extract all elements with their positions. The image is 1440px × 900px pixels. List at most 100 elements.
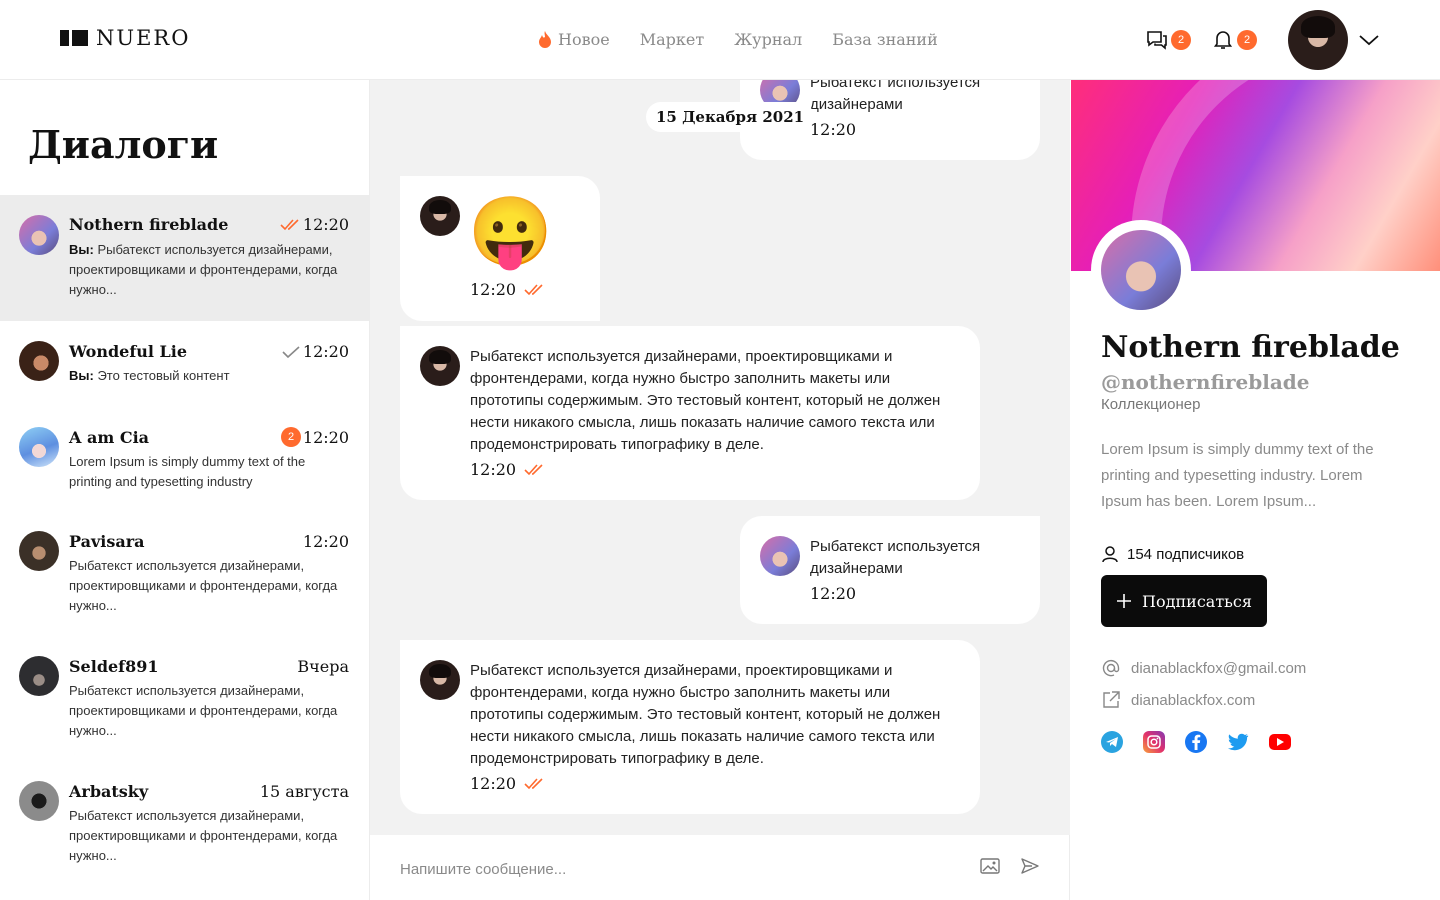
top-header: NUERO Новое Маркет Журнал База знаний 2 … — [0, 0, 1440, 80]
subscribe-button[interactable]: Подписаться — [1101, 575, 1267, 627]
dialog-preview: Рыбатекст используется дизайнерами, прое… — [69, 683, 338, 738]
time-label: 12:20 — [810, 120, 857, 139]
message-time: 12:20 — [470, 774, 546, 793]
nav-item-market[interactable]: Маркет — [640, 30, 704, 49]
profile-role: Коллекционер — [1101, 396, 1201, 413]
dialog-name: Seldef891 — [69, 657, 159, 676]
emoji-message: 😛 — [468, 194, 553, 270]
dialog-name: Arbatsky — [69, 782, 149, 801]
message-bubble-outgoing: Рыбатекст используется дизайнерами, прое… — [400, 640, 980, 814]
contact-email[interactable]: dianablackfox@gmail.com — [1101, 658, 1306, 678]
social-links — [1101, 731, 1291, 753]
dialog-time: Вчера — [297, 657, 349, 676]
avatar — [19, 656, 59, 696]
telegram-icon[interactable] — [1101, 731, 1123, 753]
at-icon — [1102, 659, 1120, 677]
profile-panel: Nothern fireblade @nothernfireblade Колл… — [1071, 80, 1440, 900]
message-time: 12:20 — [810, 120, 856, 139]
nav-label: Маркет — [639, 30, 705, 49]
external-link-icon — [1103, 691, 1120, 708]
time-label: 12:20 — [810, 584, 857, 603]
dialog-time: 12:20 — [302, 532, 349, 551]
message-text: Рыбатекст используется дизайнерами, прое… — [470, 662, 941, 767]
nav-label: Новое — [558, 30, 610, 49]
avatar — [19, 215, 59, 255]
dialog-time: 12:20 — [302, 428, 349, 447]
logo-mark-icon — [60, 30, 88, 46]
dialog-name: A am Cia — [69, 428, 150, 447]
avatar — [420, 346, 460, 386]
avatar — [19, 781, 59, 821]
dialog-preview: Рыбатекст используется дизайнерами, прое… — [69, 558, 338, 613]
dialogs-sidebar: Диалоги Nothern fireblade 12:20 Вы: Рыба… — [0, 80, 370, 900]
nav-label: Журнал — [734, 30, 803, 49]
subscribe-label: Подписаться — [1142, 591, 1252, 611]
fire-icon — [539, 30, 551, 48]
send-icon[interactable] — [1020, 857, 1040, 875]
time-label: 12:20 — [470, 460, 517, 479]
preview-text: Это тестовый контент — [93, 368, 230, 383]
bell-icon[interactable] — [1212, 30, 1234, 50]
message-time: 12:20 — [470, 460, 546, 479]
nav-item-new[interactable]: Новое — [538, 30, 610, 49]
check-icon — [282, 346, 300, 358]
dialog-preview: Вы: Это тестовый контент — [69, 366, 351, 386]
message-input[interactable] — [400, 857, 960, 881]
twitter-icon[interactable] — [1227, 731, 1249, 753]
profile-bio: Lorem Ipsum is simply dummy text of the … — [1101, 441, 1374, 510]
message-time: 12:20 — [470, 280, 546, 299]
message-text: Рыбатекст используется дизайнерами — [810, 538, 981, 577]
instagram-icon[interactable] — [1143, 731, 1165, 753]
logo[interactable]: NUERO — [60, 26, 190, 50]
date-separator: 15 Декабря 2021 — [646, 102, 815, 132]
page-title: Диалоги — [28, 122, 219, 167]
user-icon — [1102, 546, 1118, 563]
profile-handle: @nothernfireblade — [1101, 370, 1310, 394]
double-check-icon — [524, 777, 543, 789]
dialog-item[interactable]: Seldef891 Вчера Рыбатекст используется д… — [0, 638, 370, 763]
plus-icon — [1117, 594, 1132, 608]
message-text: Рыбатекст используется дизайнерами, прое… — [470, 348, 941, 453]
you-prefix: Вы: — [69, 242, 94, 257]
dialog-name: Pavisara — [69, 532, 145, 551]
chat-area[interactable]: Рыбатекст используется дизайнерами 12:20… — [370, 80, 1070, 835]
facebook-icon[interactable] — [1185, 731, 1207, 753]
user-avatar[interactable] — [1288, 10, 1348, 70]
unread-badge: 2 — [281, 427, 301, 447]
message-time: 12:20 — [810, 584, 856, 603]
dialog-item[interactable]: Nothern fireblade 12:20 Вы: Рыбатекст ис… — [0, 195, 370, 321]
contact-website[interactable]: dianablackfox.com — [1101, 690, 1255, 710]
dialog-name: Wondeful Lie — [69, 342, 188, 361]
dialog-item[interactable]: A am Cia 2 12:20 Lorem Ipsum is simply d… — [0, 413, 370, 513]
youtube-icon[interactable] — [1269, 734, 1291, 750]
dialog-item[interactable]: Pavisara 12:20 Рыбатекст используется ди… — [0, 513, 370, 638]
notifications-badge: 2 — [1237, 30, 1257, 50]
avatar — [19, 531, 59, 571]
message-bubble-outgoing: Рыбатекст используется дизайнерами, прое… — [400, 326, 980, 500]
subscribers-label: 154 подписчиков — [1127, 545, 1245, 563]
avatar — [19, 427, 59, 467]
message-composer — [370, 835, 1070, 900]
dialog-preview: Вы: Рыбатекст используется дизайнерами, … — [69, 240, 351, 300]
email-text: dianablackfox@gmail.com — [1131, 659, 1307, 677]
messages-badge: 2 — [1171, 30, 1191, 50]
logo-text: NUERO — [96, 26, 191, 50]
message-text: Рыбатекст используется дизайнерами — [810, 80, 981, 113]
you-prefix: Вы: — [69, 368, 94, 383]
dialog-item[interactable]: Arbatsky 15 августа Рыбатекст использует… — [0, 763, 370, 888]
time-label: 12:20 — [470, 774, 517, 793]
messages-icon[interactable] — [1146, 30, 1168, 50]
time-label: 12:20 — [470, 280, 517, 299]
chevron-down-icon[interactable] — [1358, 32, 1380, 48]
avatar — [420, 660, 460, 700]
dialog-preview: Рыбатекст используется дизайнерами, прое… — [69, 808, 338, 863]
nav-item-knowledge-base[interactable]: База знаний — [832, 30, 938, 49]
message-bubble-incoming: Рыбатекст используется дизайнерами 12:20 — [740, 516, 1040, 624]
avatar — [19, 341, 59, 381]
dialog-time: 12:20 — [302, 215, 349, 234]
dialog-item[interactable]: Wondeful Lie 12:20 Вы: Это тестовый конт… — [0, 321, 370, 413]
image-attach-icon[interactable] — [980, 857, 1000, 875]
main-nav: Новое Маркет Журнал База знаний — [538, 30, 938, 49]
nav-item-journal[interactable]: Журнал — [734, 30, 802, 49]
profile-name: Nothern fireblade — [1101, 330, 1400, 365]
